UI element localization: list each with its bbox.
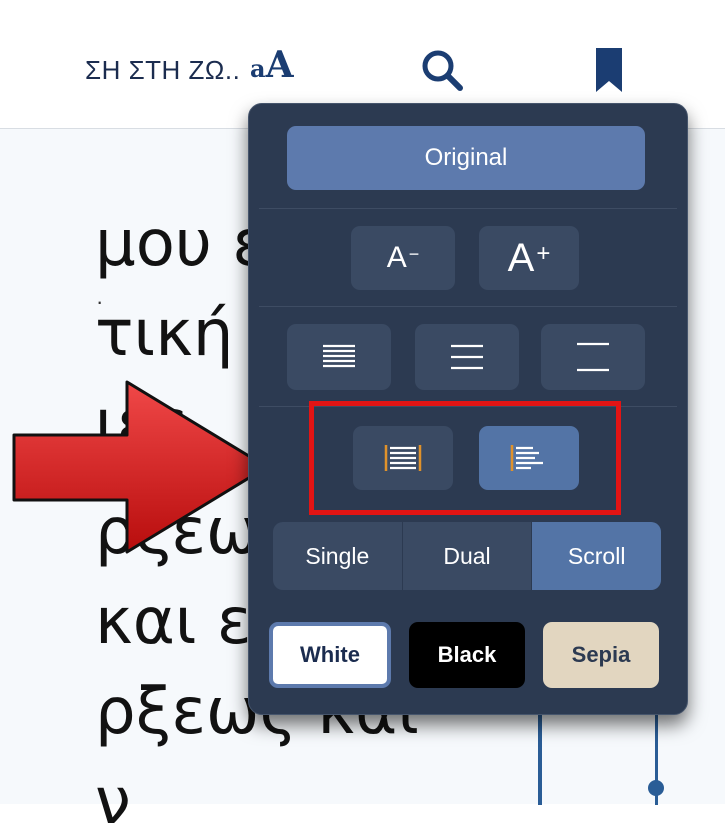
plus-sign: + xyxy=(536,240,551,267)
minus-sign: − xyxy=(408,243,420,264)
decrease-font-letter: A xyxy=(386,241,407,274)
layout-scroll-option[interactable]: Scroll xyxy=(532,522,661,590)
justify-align-button[interactable] xyxy=(353,426,453,490)
left-align-button[interactable] xyxy=(479,426,579,490)
font-size-icon[interactable]: aA xyxy=(250,44,294,86)
divider xyxy=(259,306,677,307)
left-align-icon xyxy=(510,445,543,471)
reading-settings-panel: Original A − A + Single Dual Scroll Whit… xyxy=(248,103,688,715)
layout-dual-option[interactable]: Dual xyxy=(403,522,533,590)
divider xyxy=(259,208,677,209)
original-button[interactable]: Original xyxy=(287,126,645,190)
page-layout-selector: Single Dual Scroll xyxy=(273,522,661,590)
line-spacing-medium-icon xyxy=(451,344,483,370)
book-title[interactable]: ΣΗ ΣΤΗ ΖΩ.. xyxy=(85,55,240,86)
line-spacing-tight-icon xyxy=(323,344,355,368)
theme-black-button[interactable]: Black xyxy=(409,622,525,688)
bookmark-icon[interactable] xyxy=(594,48,624,92)
increase-font-letter: A xyxy=(507,235,535,280)
decrease-font-button[interactable]: A − xyxy=(351,226,455,290)
increase-font-button[interactable]: A + xyxy=(479,226,579,290)
line-spacing-wide-icon xyxy=(577,342,609,372)
page-text-line: και ει xyxy=(95,585,274,659)
font-icon-big-letter: A xyxy=(265,44,294,86)
line-spacing-tight-button[interactable] xyxy=(287,324,391,390)
line-spacing-medium-button[interactable] xyxy=(415,324,519,390)
font-icon-small-letter: a xyxy=(250,54,266,83)
line-spacing-wide-button[interactable] xyxy=(541,324,645,390)
scroll-handle[interactable] xyxy=(648,780,664,796)
page-text-line: ν xyxy=(95,765,131,839)
annotation-arrow xyxy=(12,380,269,554)
justify-align-icon xyxy=(384,445,422,471)
search-icon[interactable] xyxy=(420,48,464,92)
theme-white-button[interactable]: White xyxy=(269,622,391,688)
layout-single-option[interactable]: Single xyxy=(273,522,403,590)
theme-sepia-button[interactable]: Sepia xyxy=(543,622,659,688)
